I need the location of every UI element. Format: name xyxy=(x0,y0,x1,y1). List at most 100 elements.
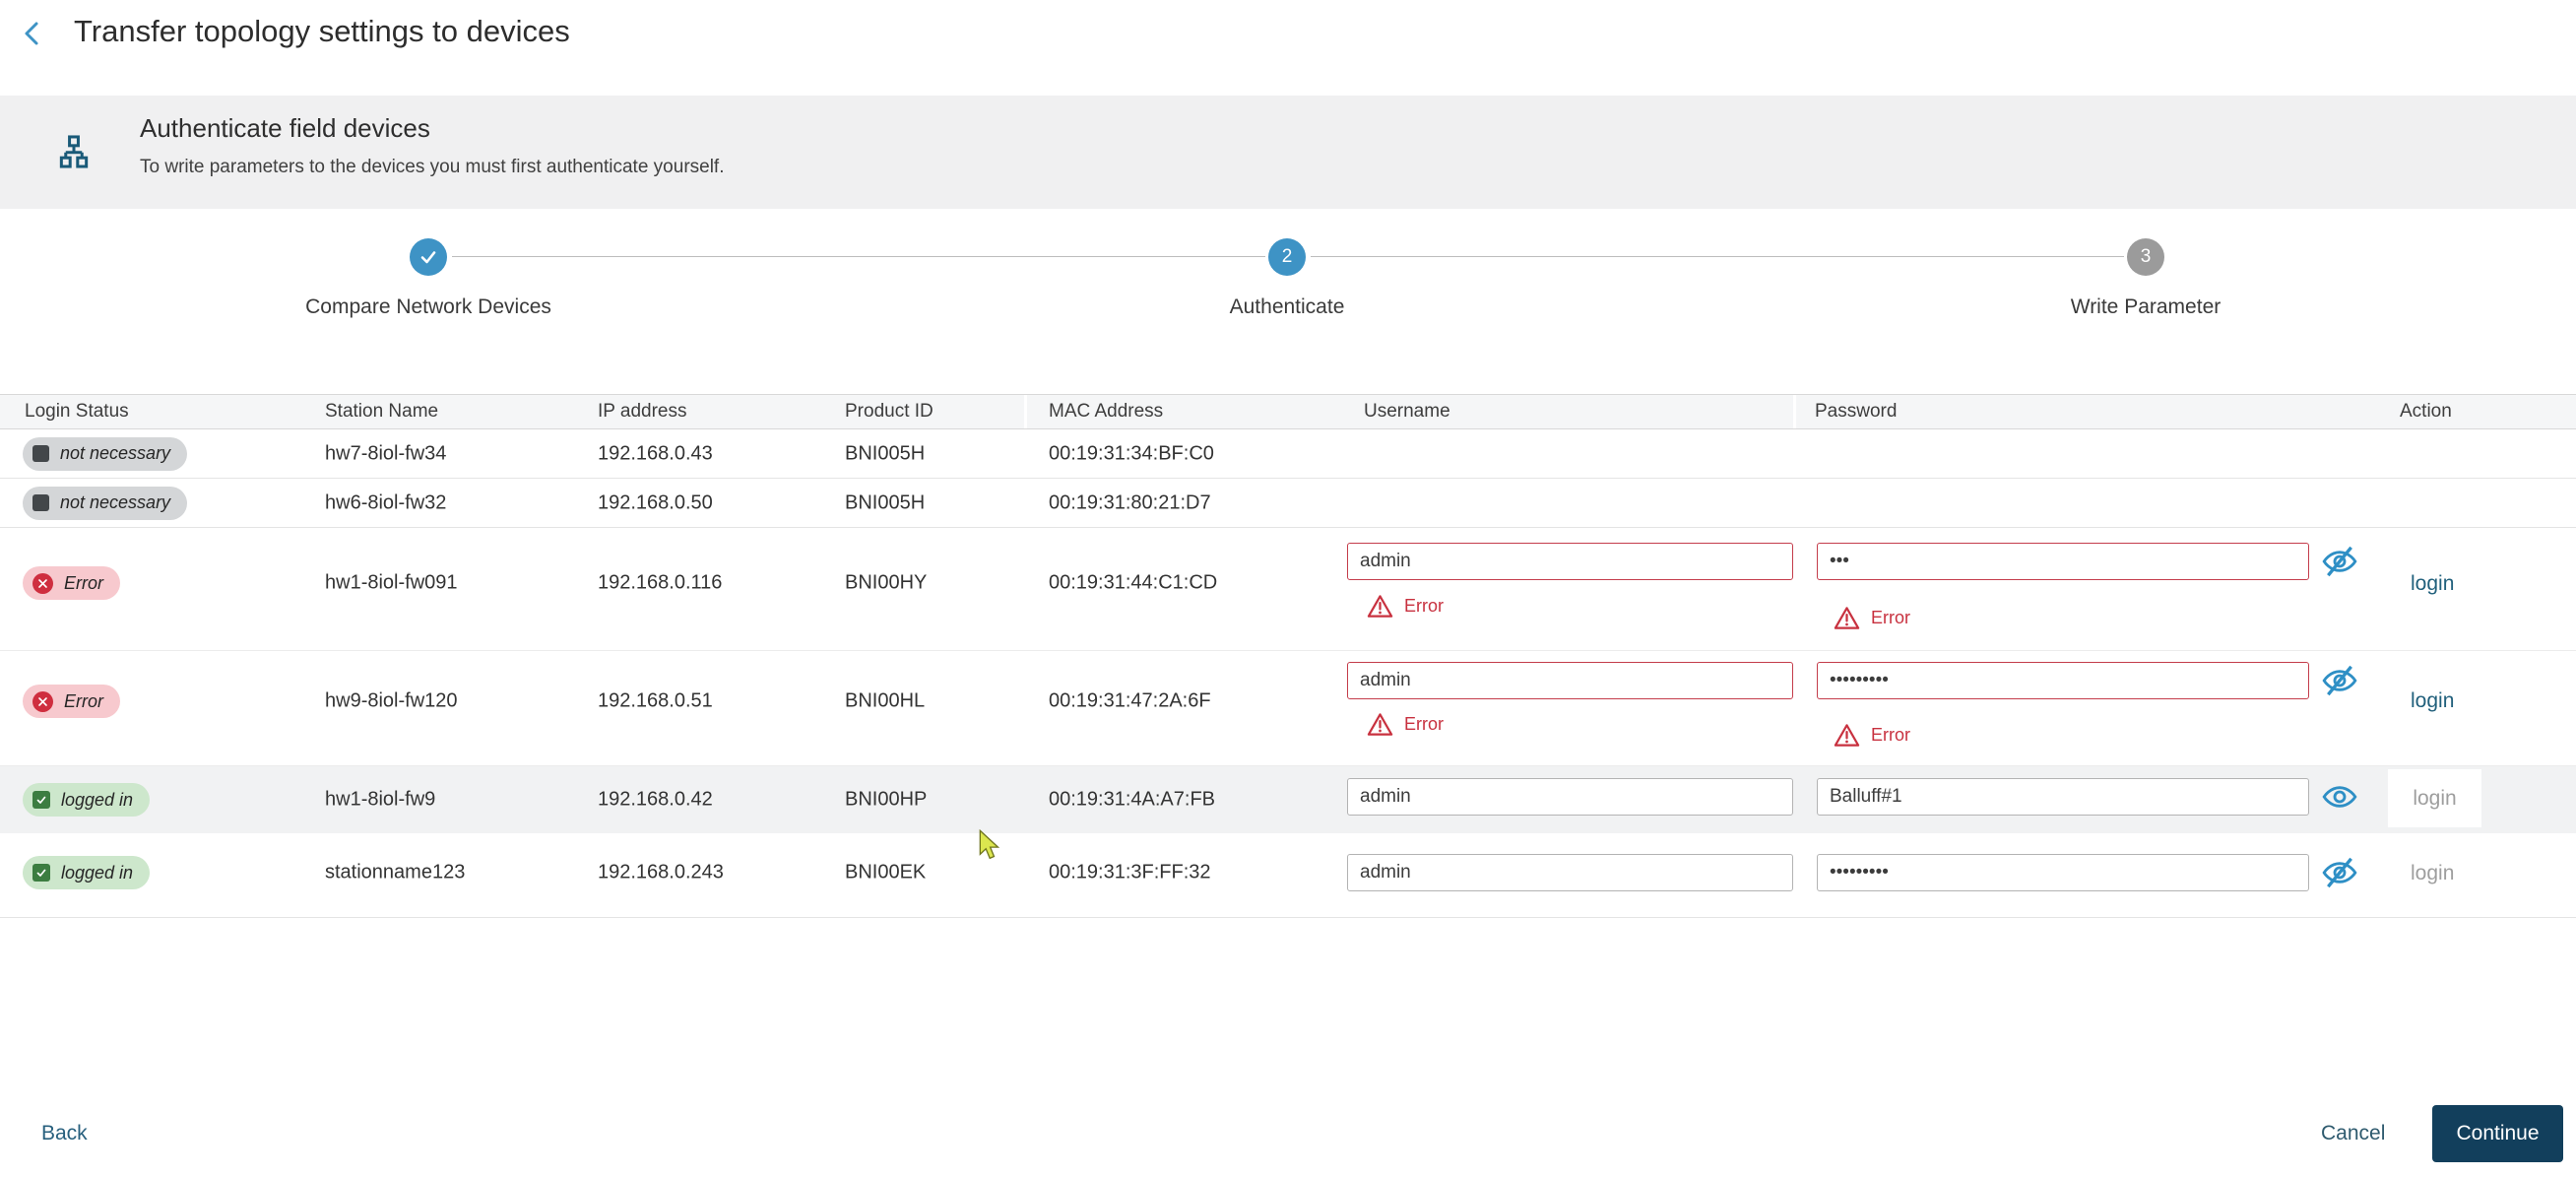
product-id: BNI00EK xyxy=(845,861,927,883)
table-row: not necessary hw6-8iol-fw32 192.168.0.50… xyxy=(0,479,2576,528)
error-circle-x-icon xyxy=(32,572,53,594)
status-label: not necessary xyxy=(60,492,171,512)
mac-address: 00:19:31:44:C1:CD xyxy=(1049,571,1218,594)
status-label: logged in xyxy=(61,862,134,883)
status-badge-success: logged in xyxy=(23,856,151,889)
status-label: Error xyxy=(64,572,103,593)
col-mac-address: MAC Address xyxy=(1049,401,1164,422)
ip-address: 192.168.0.43 xyxy=(598,442,713,464)
status-badge-error: Error xyxy=(23,685,120,718)
col-ip-address: IP address xyxy=(598,401,687,422)
product-id: BNI00HY xyxy=(845,571,928,594)
step-2-label: Authenticate xyxy=(1229,295,1345,318)
password-input[interactable] xyxy=(1817,778,2309,816)
page-title: Transfer topology settings to devices xyxy=(74,14,570,48)
password-input[interactable] xyxy=(1817,662,2309,699)
col-username: Username xyxy=(1364,401,1450,422)
status-label: Error xyxy=(64,690,103,711)
status-badge-error: Error xyxy=(23,566,120,600)
ip-address: 192.168.0.50 xyxy=(598,491,713,513)
login-link[interactable]: login xyxy=(2411,572,2454,596)
col-product-id: Product ID xyxy=(845,401,934,422)
password-input[interactable] xyxy=(1817,543,2309,580)
username-input[interactable] xyxy=(1347,778,1793,816)
back-button[interactable]: Back xyxy=(41,1122,88,1145)
product-id: BNI00HL xyxy=(845,689,926,712)
wizard-stepper: 2 3 Compare Network Devices Authenticate… xyxy=(0,209,2576,394)
title-bar: Transfer topology settings to devices xyxy=(0,0,2576,96)
login-link-disabled: login xyxy=(2411,862,2455,884)
error-text: Error xyxy=(1871,608,1910,627)
status-badge: not necessary xyxy=(23,486,188,520)
station-name: hw9-8iol-fw120 xyxy=(325,689,458,712)
login-link[interactable]: login xyxy=(2411,689,2454,713)
step-1-completed-check-icon[interactable] xyxy=(410,238,447,276)
step-connector xyxy=(452,256,1265,257)
check-square-icon xyxy=(32,791,50,809)
product-id: BNI005H xyxy=(845,491,926,513)
col-login-status: Login Status xyxy=(25,401,129,422)
station-name: hw1-8iol-fw9 xyxy=(325,788,436,811)
station-name: hw6-8iol-fw32 xyxy=(325,491,447,513)
step-1-label: Compare Network Devices xyxy=(305,295,551,318)
table-row: Error hw9-8iol-fw120 192.168.0.51 BNI00H… xyxy=(0,651,2576,766)
status-label: not necessary xyxy=(60,443,171,463)
header-divider xyxy=(1024,395,1027,428)
mac-address: 00:19:31:3F:FF:32 xyxy=(1049,861,1211,883)
warning-triangle-icon xyxy=(1367,713,1393,736)
login-button-disabled-bg: login xyxy=(2388,769,2481,827)
cancel-button[interactable]: Cancel xyxy=(2321,1122,2385,1145)
table-row: logged in hw1-8iol-fw9 192.168.0.42 BNI0… xyxy=(0,766,2576,833)
mac-address: 00:19:31:80:21:D7 xyxy=(1049,491,1211,513)
col-action: Action xyxy=(2400,401,2452,422)
col-password: Password xyxy=(1815,401,1898,422)
product-id: BNI005H xyxy=(845,442,926,464)
product-id: BNI00HP xyxy=(845,788,928,811)
col-station-name: Station Name xyxy=(325,401,439,422)
station-name: stationname123 xyxy=(325,861,466,883)
ip-address: 192.168.0.51 xyxy=(598,689,713,712)
mac-address: 00:19:31:47:2A:6F xyxy=(1049,689,1211,712)
username-input[interactable] xyxy=(1347,662,1793,699)
warning-triangle-icon xyxy=(1834,724,1860,747)
table-header: Login Status Station Name IP address Pro… xyxy=(0,394,2576,429)
eye-icon[interactable] xyxy=(2320,777,2359,817)
back-chevron-icon[interactable] xyxy=(16,17,49,50)
username-error: Error xyxy=(1367,594,1444,619)
error-text: Error xyxy=(1871,725,1910,745)
status-label: logged in xyxy=(61,789,134,810)
table-row: not necessary hw7-8iol-fw34 192.168.0.43… xyxy=(0,429,2576,479)
username-error: Error xyxy=(1367,712,1444,737)
status-badge: not necessary xyxy=(23,436,188,471)
warning-triangle-icon xyxy=(1834,607,1860,629)
password-error: Error xyxy=(1834,606,1910,630)
table-row: logged in stationname123 192.168.0.243 B… xyxy=(0,833,2576,918)
eye-off-icon[interactable] xyxy=(2320,853,2359,892)
station-name: hw7-8iol-fw34 xyxy=(325,442,447,464)
check-square-icon xyxy=(32,864,50,882)
square-icon xyxy=(32,494,49,511)
step-3-badge: 3 xyxy=(2127,238,2164,276)
password-error: Error xyxy=(1834,723,1910,748)
info-banner: Authenticate field devices To write para… xyxy=(0,96,2576,209)
step-2-badge[interactable]: 2 xyxy=(1268,238,1306,276)
continue-button[interactable]: Continue xyxy=(2432,1105,2563,1162)
square-icon xyxy=(32,445,49,462)
password-input[interactable] xyxy=(1817,854,2309,891)
station-name: hw1-8iol-fw091 xyxy=(325,571,458,594)
transfer-topology-page: Transfer topology settings to devices Au… xyxy=(0,0,2576,1177)
eye-off-icon[interactable] xyxy=(2320,661,2359,700)
login-link-disabled: login xyxy=(2413,786,2457,810)
eye-off-icon[interactable] xyxy=(2320,542,2359,581)
header-divider xyxy=(1793,395,1796,428)
error-text: Error xyxy=(1404,714,1444,734)
status-badge-success: logged in xyxy=(23,783,151,817)
warning-triangle-icon xyxy=(1367,595,1393,618)
username-input[interactable] xyxy=(1347,854,1793,891)
ip-address: 192.168.0.116 xyxy=(598,571,723,594)
step-3-label: Write Parameter xyxy=(2070,295,2222,318)
table-row: Error hw1-8iol-fw091 192.168.0.116 BNI00… xyxy=(0,528,2576,651)
ip-address: 192.168.0.243 xyxy=(598,861,724,883)
username-input[interactable] xyxy=(1347,543,1793,580)
banner-subtitle: To write parameters to the devices you m… xyxy=(140,157,725,177)
